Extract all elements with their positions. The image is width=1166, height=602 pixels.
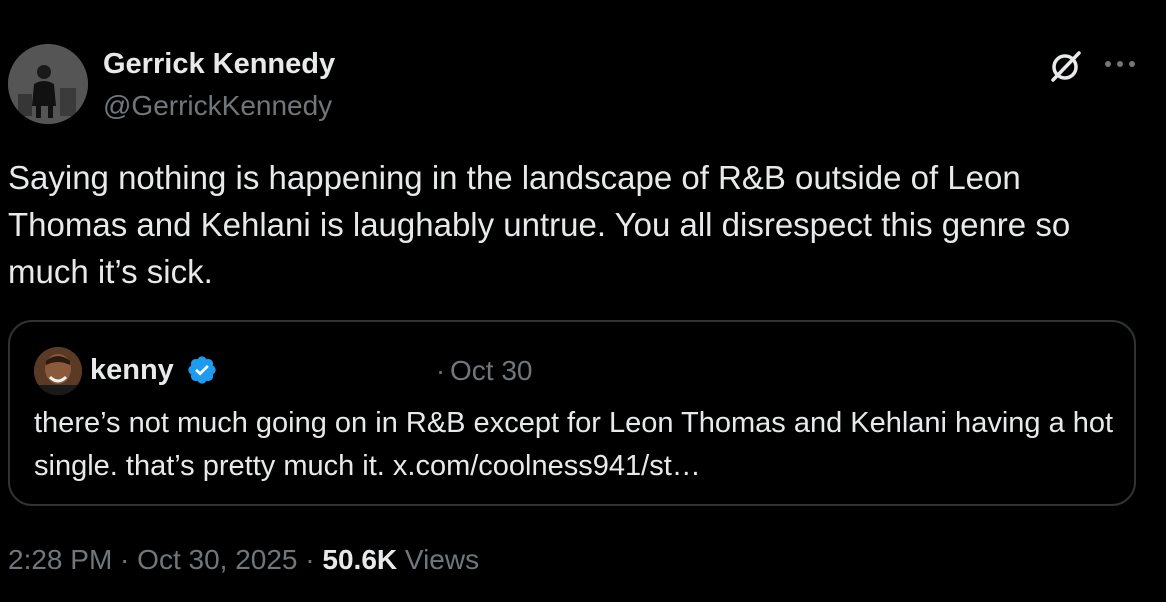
tweet-metadata: 2:28 PM · Oct 30, 2025 · 50.6K Views <box>8 540 479 580</box>
author-handle[interactable]: @GerrickKennedy <box>103 88 332 124</box>
views-count[interactable]: 50.6K <box>322 544 397 575</box>
more-horizontal-icon[interactable] <box>1100 52 1140 76</box>
grok-icon[interactable] <box>1048 48 1084 84</box>
tweet-text: Saying nothing is happening in the lands… <box>8 159 1071 290</box>
meta-separator: · <box>297 544 323 575</box>
quoted-separator: · <box>436 356 445 386</box>
meta-separator: · <box>112 544 138 575</box>
quoted-author-avatar[interactable] <box>34 347 82 395</box>
quoted-tweet-card[interactable]: kenny · Oct 30 there’s not much going on… <box>8 320 1136 506</box>
tweet-container: Gerrick Kennedy @GerrickKennedy Saying n… <box>0 0 1166 602</box>
verified-badge-icon <box>186 354 218 386</box>
quoted-tweet-text: there’s not much going on in R&B except … <box>34 407 1114 482</box>
author-avatar[interactable] <box>8 44 88 124</box>
views-label: Views <box>397 544 480 575</box>
author-name[interactable]: Gerrick Kennedy <box>103 46 335 82</box>
quoted-author-name[interactable]: kenny <box>90 352 174 388</box>
quoted-date[interactable]: Oct 30 <box>450 353 532 389</box>
tweet-time[interactable]: 2:28 PM <box>8 544 112 575</box>
person-avatar-icon <box>8 44 88 124</box>
tweet-date[interactable]: Oct 30, 2025 <box>137 544 297 575</box>
